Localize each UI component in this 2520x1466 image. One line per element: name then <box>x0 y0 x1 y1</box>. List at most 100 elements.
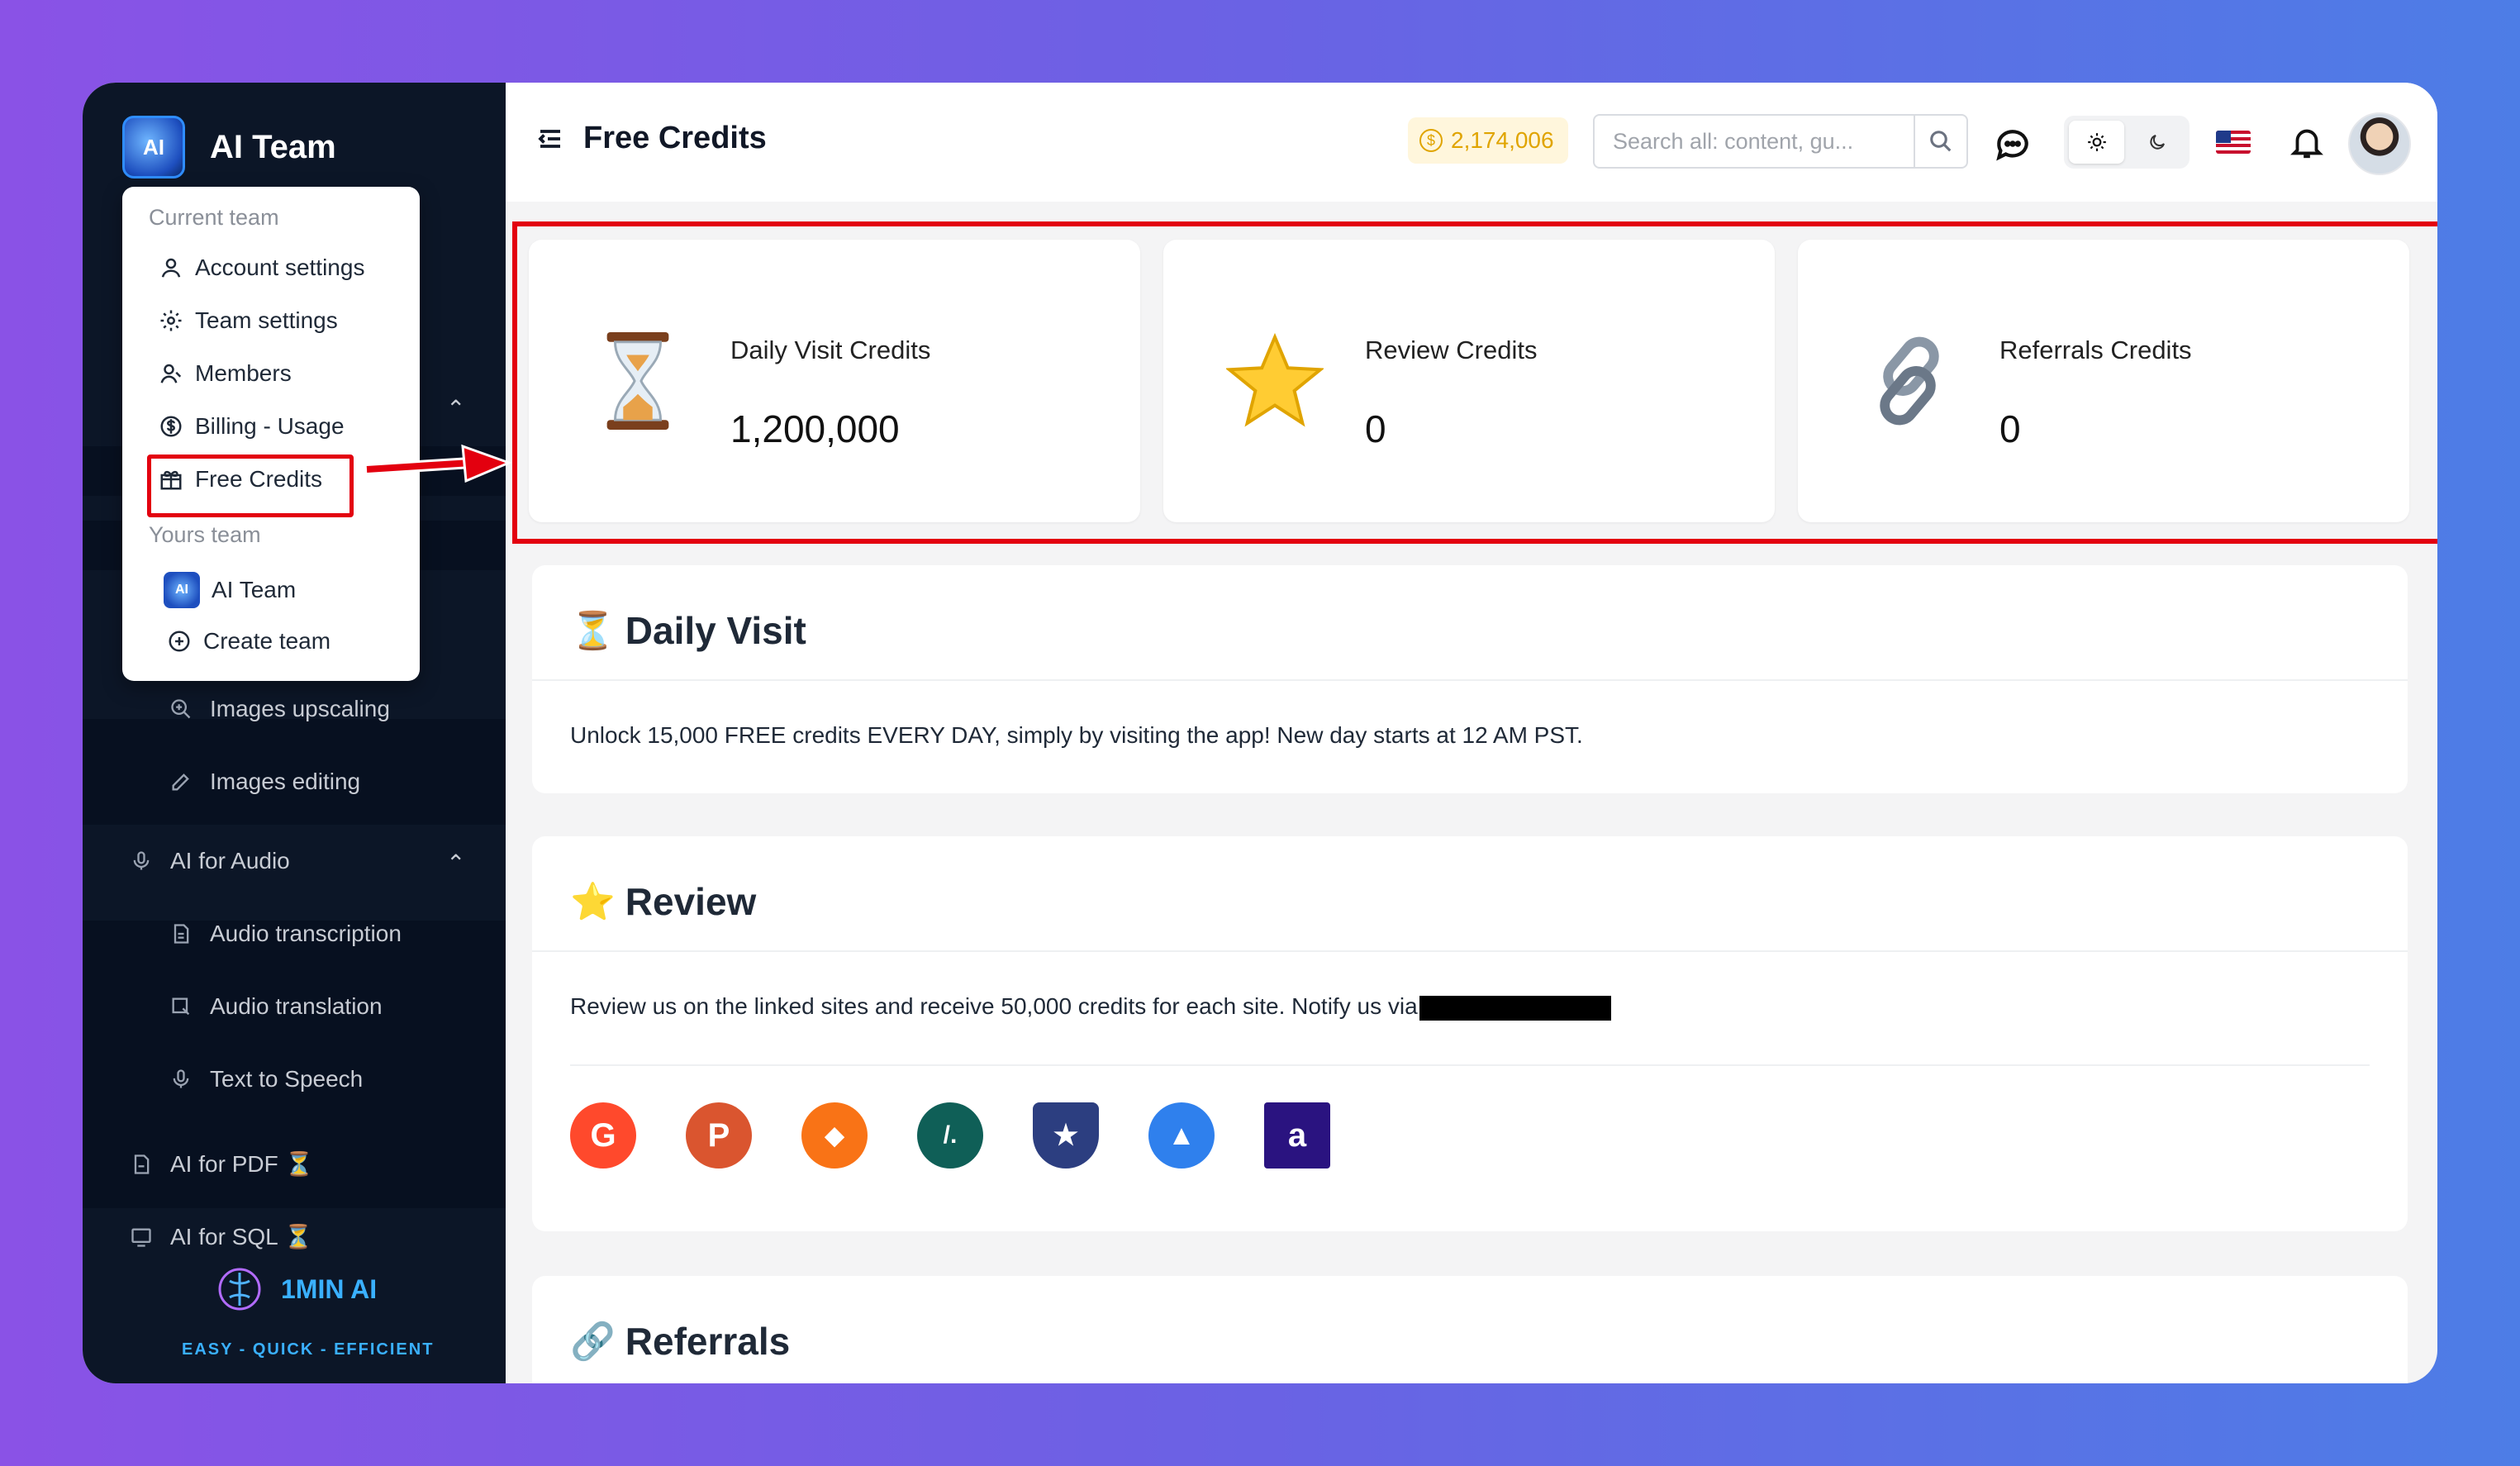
g2-logo-icon[interactable]: G <box>570 1102 636 1169</box>
chat-icon[interactable] <box>1990 121 2036 167</box>
section-title-text: Daily Visit <box>625 609 806 652</box>
stat-value: 1,200,000 <box>730 407 900 450</box>
sidebar-item-label: Audio transcription <box>210 921 402 946</box>
divider <box>570 1064 2370 1066</box>
pencil-icon <box>169 769 193 794</box>
sidebar-item-label: Images editing <box>210 769 361 794</box>
app-window: AI AI Team ⌃ Images upscaling Images edi… <box>83 83 2437 1383</box>
menu-item-label: AI Team <box>212 577 297 602</box>
pdf-icon <box>129 1152 154 1177</box>
stat-value: 0 <box>1365 407 1386 450</box>
light-mode-button[interactable] <box>2069 121 2124 164</box>
shield-logo-icon[interactable]: ★ <box>1033 1102 1099 1169</box>
sidebar: AI AI Team ⌃ Images upscaling Images edi… <box>83 83 512 1383</box>
ai-directory-logo-icon[interactable]: a <box>1264 1102 1330 1169</box>
user-icon <box>161 258 181 278</box>
menu-collapse-icon[interactable] <box>535 124 565 154</box>
highlight-box <box>147 455 354 517</box>
section-title-text: Review <box>625 880 757 923</box>
us-flag-icon[interactable] <box>2216 131 2251 154</box>
menu-item-members[interactable]: Members <box>159 360 292 387</box>
menu-item-billing-usage[interactable]: Billing - Usage <box>159 413 345 440</box>
footer-tagline: EASY - QUICK - EFFICIENT <box>182 1340 435 1359</box>
credits-value: 2,174,006 <box>1451 127 1554 153</box>
sidebar-item-label: AI for PDF ⏳ <box>170 1151 314 1177</box>
brain-icon <box>218 1268 261 1311</box>
sidebar-item-images-editing[interactable]: Images editing <box>169 769 360 795</box>
document-icon <box>169 921 193 946</box>
link-icon <box>1880 336 1939 426</box>
footer-logo: 1MIN AI <box>215 1264 377 1314</box>
stat-card-referrals: Referrals Credits 0 <box>1798 240 2409 522</box>
sidebar-item-label: Images upscaling <box>210 696 390 721</box>
hourglass-icon: ⏳ <box>570 611 616 651</box>
microphone-icon <box>169 1067 193 1092</box>
chevron-up-icon[interactable]: ⌃ <box>446 850 465 877</box>
dollar-icon <box>160 416 182 437</box>
section-title-text: Referrals <box>625 1320 791 1363</box>
sidebar-item-audio-transcription[interactable]: Audio transcription <box>169 921 402 947</box>
brand-name: AI Team <box>210 128 336 165</box>
search-bar <box>1593 114 1968 169</box>
main-content: Free Credits $ 2,174,006 Search all: con… <box>506 83 2437 1383</box>
stat-card-daily-visit: Daily Visit Credits 1,200,000 <box>529 240 1140 522</box>
sidebar-item-ai-pdf[interactable]: AI for PDF ⏳ <box>129 1150 313 1178</box>
appsumo-logo-icon[interactable]: ▲ <box>1148 1102 1215 1169</box>
review-instructions: Review us on the linked sites and receiv… <box>570 993 1418 1019</box>
star-icon <box>1226 332 1324 427</box>
section-text: Review us on the linked sites and receiv… <box>570 993 1611 1021</box>
sidebar-item-images-upscaling[interactable]: Images upscaling <box>169 696 390 722</box>
menu-item-label: Billing - Usage <box>195 413 345 439</box>
section-text: Unlock 15,000 FREE credits EVERY DAY, si… <box>570 722 1583 748</box>
team-menu-dropdown: Current team Account settings Team setti… <box>122 187 420 681</box>
link-icon: 🔗 <box>570 1321 616 1362</box>
microphone-icon <box>129 849 154 873</box>
search-button[interactable] <box>1914 116 1966 167</box>
sidebar-group-ai-audio[interactable]: AI for Audio <box>129 848 290 874</box>
footer-brand-name: 1MIN AI <box>281 1273 378 1304</box>
menu-header-yours-team: Yours team <box>149 522 261 547</box>
page-title: Free Credits <box>535 121 767 156</box>
menu-item-create-team[interactable]: Create team <box>167 628 330 654</box>
menu-item-label: Team settings <box>195 307 338 333</box>
chevron-up-icon[interactable]: ⌃ <box>446 395 465 422</box>
search-icon <box>1930 131 1952 152</box>
moon-icon <box>2149 135 2165 150</box>
sidebar-item-label: AI for Audio <box>170 848 290 873</box>
stat-value: 0 <box>1999 407 2021 450</box>
futurepedia-logo-icon[interactable]: /. <box>917 1102 983 1169</box>
divider <box>532 950 2408 952</box>
sidebar-item-audio-translation[interactable]: Audio translation <box>169 993 383 1020</box>
sidebar-item-label: AI for SQL ⏳ <box>170 1224 313 1249</box>
sidebar-item-text-to-speech[interactable]: Text to Speech <box>169 1066 363 1092</box>
search-input[interactable] <box>1595 116 1914 167</box>
section-review: ⭐ Review Review us on the linked sites a… <box>532 836 2408 1231</box>
gear-icon <box>160 310 182 331</box>
review-sites: G P ◆ /. ★ ▲ a <box>570 1102 1330 1169</box>
redacted-contact <box>1419 995 1611 1021</box>
stat-card-review: Review Credits 0 <box>1163 240 1775 522</box>
menu-header-current-team: Current team <box>149 205 279 230</box>
menu-item-label: Members <box>195 360 292 386</box>
menu-item-team-ai-team[interactable]: AI AI Team <box>164 572 296 608</box>
coin-icon: $ <box>1419 129 1443 152</box>
menu-item-team-settings[interactable]: Team settings <box>159 307 338 334</box>
sidebar-item-ai-sql[interactable]: AI for SQL ⏳ <box>129 1223 312 1250</box>
avatar[interactable] <box>2348 112 2411 175</box>
alternativeto-logo-icon[interactable]: ◆ <box>801 1102 868 1169</box>
stat-label: Daily Visit Credits <box>730 336 931 364</box>
product-hunt-logo-icon[interactable]: P <box>686 1102 752 1169</box>
brand[interactable]: AI AI Team <box>122 116 336 178</box>
bell-icon[interactable] <box>2285 119 2328 165</box>
section-title: ⏳ Daily Visit <box>570 608 806 653</box>
credits-badge[interactable]: $ 2,174,006 <box>1408 117 1568 164</box>
image-translate-icon <box>169 994 193 1019</box>
sun-icon <box>2087 133 2106 151</box>
annotation-arrow-icon <box>366 444 512 483</box>
topbar: Free Credits $ 2,174,006 <box>506 83 2437 202</box>
star-icon: ⭐ <box>570 882 616 922</box>
section-referrals: 🔗 Referrals <box>532 1276 2408 1383</box>
dark-mode-button[interactable] <box>2129 121 2185 164</box>
sql-icon <box>129 1225 154 1249</box>
menu-item-account-settings[interactable]: Account settings <box>159 255 364 281</box>
